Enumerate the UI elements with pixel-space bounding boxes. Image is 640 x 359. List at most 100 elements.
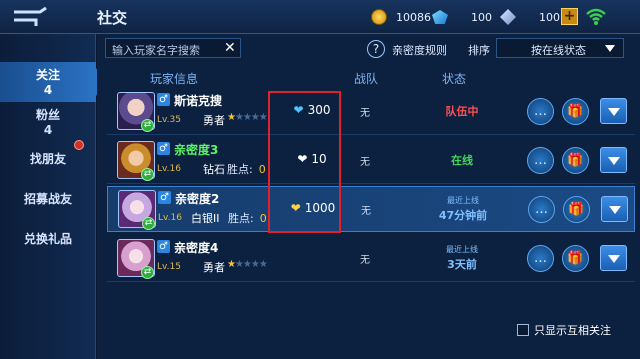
player-name: 亲密度3 [174,143,219,157]
diamond-value: 100 [471,10,492,24]
sidebar-item-follow[interactable]: 关注 4 [0,62,106,102]
page-title: 社交 [97,9,128,27]
checkbox[interactable] [517,324,529,336]
player-rank: 勇者 [203,114,225,127]
sidebar-item-fans[interactable]: 粉丝 4 [0,104,96,140]
voucher-currency: 100 [500,7,560,27]
mutual-follow-label: 只显示互相关注 [534,324,611,337]
back-icon[interactable] [10,6,50,28]
sidebar-item-count: 4 [43,123,53,137]
sidebar-item-label: 关注 [35,68,60,82]
status-subtitle: 最近上线 [446,245,478,254]
sidebar-item-label: 招募战友 [23,192,72,206]
sidebar-item-label: 兑换礼品 [23,232,72,246]
player-rank: 钻石 [203,163,225,176]
star-icon: ★ [227,112,236,123]
status-text: 3天前 [447,258,477,271]
chat-button[interactable]: … [527,98,554,125]
notification-dot [74,140,84,150]
table-row[interactable]: ⇄ ♂ 亲密度3 Lv.16 钻石 胜点: 0 ❤ 10 无 在线 … 🎁 [107,138,635,184]
swap-icon: ⇄ [141,168,154,181]
player-name: 亲密度2 [175,192,220,206]
chat-icon: … [534,251,547,266]
column-header-status: 状态 [442,72,467,86]
team-value: 无 [361,206,371,217]
team-value: 无 [360,108,370,119]
swap-icon: ⇄ [141,266,154,279]
intimacy-rules-link[interactable]: 亲密度规则 [392,42,447,58]
player-name: 斯诺克搜 [174,94,223,108]
gift-icon: 🎁 [567,104,584,119]
highlight-box [268,91,341,233]
diamond-currency: 100 [432,7,492,27]
expand-button[interactable] [601,196,628,222]
rank-stars: ★★★★★ [227,259,268,270]
sidebar-item-label: 粉丝 [35,108,60,122]
gold-currency: 10086 [371,7,431,27]
status-text: 队伍中 [445,105,479,118]
chevron-down-icon [605,45,615,52]
add-currency-button[interactable]: + [561,8,578,25]
chat-icon: … [535,202,548,217]
top-bar: 社交 10086 100 100 + [0,0,640,34]
table-row[interactable]: ⇄ ♂ 亲密度2 Lv.16 白银II 胜点: 0 ❤ 1000 无 最近上线 47… [107,186,635,232]
male-icon: ♂ [157,142,170,155]
sidebar-item-count: 4 [43,83,53,97]
swap-icon: ⇄ [142,217,155,230]
table-row[interactable]: ⇄ ♂ 斯诺克搜 Lv.35 勇者 ★★★★★ ❤ 300 无 队伍中 … 🎁 [107,89,635,135]
sort-dropdown[interactable]: 按在线状态 [496,38,624,58]
sidebar-item-recruit[interactable]: 招募战友 [0,190,96,210]
close-icon[interactable]: ✕ [224,40,236,56]
mutual-follow-toggle[interactable]: 只显示互相关注 [517,322,611,338]
chat-button[interactable]: … [527,147,554,174]
voucher-icon [500,9,516,25]
swap-icon: ⇄ [141,119,154,132]
column-header-team: 战队 [354,72,379,86]
player-level: Lv.35 [157,115,181,125]
chat-button[interactable]: … [528,196,555,223]
chat-button[interactable]: … [527,245,554,272]
player-level: Lv.15 [157,262,181,272]
column-header-player: 玩家信息 [150,72,199,86]
wifi-icon [586,8,606,25]
sidebar-item-redeem[interactable]: 兑换礼品 [0,230,96,250]
status-subtitle: 最近上线 [447,196,479,205]
team-value: 无 [360,157,370,168]
gift-button[interactable]: 🎁 [562,147,589,174]
team-value: 无 [360,255,370,266]
gift-button[interactable]: 🎁 [563,196,590,223]
table-row[interactable]: ⇄ ♂ 亲密度4 Lv.15 勇者 ★★★★★ 无 最近上线 3天前 … 🎁 [107,236,635,282]
male-icon: ♂ [157,240,170,253]
player-level: Lv.16 [158,213,182,223]
expand-button[interactable] [600,147,627,173]
chat-icon: … [534,153,547,168]
gift-icon: 🎁 [567,251,584,266]
sort-label: 排序 [468,44,490,57]
gift-button[interactable]: 🎁 [562,98,589,125]
player-rank: 白银II [191,212,220,225]
gold-coin-icon [371,9,387,25]
star-icon: ★ [227,259,236,270]
status-text: 在线 [451,154,473,167]
player-rank: 勇者 [203,261,225,274]
gift-icon: 🎁 [567,153,584,168]
gold-value: 10086 [396,10,431,24]
sidebar-item-label: 找朋友 [29,152,66,166]
win-points: 胜点: 0 [227,163,266,176]
diamond-icon [432,10,448,24]
expand-button[interactable] [600,245,627,271]
gift-icon: 🎁 [568,202,585,217]
player-level: Lv.16 [157,164,181,174]
win-points: 胜点: 0 [228,212,267,225]
gift-button[interactable]: 🎁 [562,245,589,272]
help-icon[interactable]: ? [367,40,385,58]
status-text: 47分钟前 [438,209,488,222]
sidebar: 关注 4 粉丝 4 找朋友 招募战友 兑换礼品 [0,34,106,359]
rank-stars: ★★★★★ [227,112,268,123]
sort-value: 按在线状态 [531,44,586,57]
voucher-value: 100 [539,10,560,24]
search-input[interactable]: 输入玩家名字搜索 [105,38,241,58]
expand-button[interactable] [600,98,627,124]
sidebar-item-find-friends[interactable]: 找朋友 [0,150,96,170]
chat-icon: … [534,104,547,119]
